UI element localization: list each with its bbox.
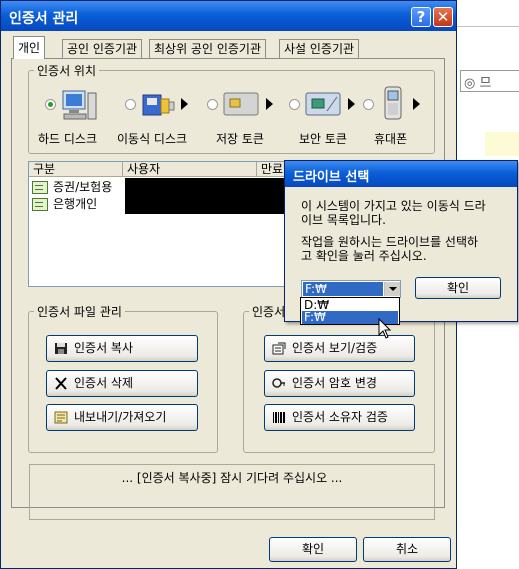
dialog-message-1: 이 시스템이 가지고 있는 이동식 드라 이브 목록입니다.	[301, 199, 511, 227]
certificate-management-group-label: 인증서	[249, 303, 289, 320]
row-type: 증권/보험용	[53, 180, 113, 194]
device-label-storage-token: 저장 토큰	[216, 132, 264, 146]
file-management-group-label: 인증서 파일 관리	[34, 303, 125, 320]
password-key-icon	[272, 378, 285, 388]
row-type: 은행개인	[53, 197, 98, 211]
certificate-icon	[32, 181, 48, 194]
status-box: ... [인증서 복사중] 잠시 기다려 주십시오 ...	[29, 464, 435, 520]
redacted-user-block	[125, 178, 295, 214]
delete-certificate-label: 인증서 삭제	[74, 376, 134, 390]
radio-security-token[interactable]	[289, 99, 300, 110]
import-export-icon	[54, 411, 68, 424]
verify-owner-label: 인증서 소유자 검증	[292, 410, 388, 424]
location-group-label: 인증서 위치	[34, 62, 100, 79]
radio-removable-disk[interactable]	[125, 99, 136, 110]
dialog-message-2: 작업을 원하시는 드라이브를 선택하 고 확인을 눌러 주십시오.	[301, 235, 511, 263]
certificate-icon	[32, 198, 48, 211]
barcode-icon	[273, 412, 285, 423]
drive-select-value: F:₩	[303, 282, 383, 296]
device-label-removable-disk: 이동식 디스크	[117, 132, 188, 146]
dialog-message-2-line-1: 작업을 원하시는 드라이브를 선택하	[301, 235, 479, 249]
title-bar[interactable]: 인증서 관리 ? ✕	[1, 1, 456, 31]
arrow-icon	[348, 98, 355, 110]
column-header-type[interactable]: 구분	[29, 162, 123, 177]
mouse-cursor-icon	[378, 318, 392, 339]
cancel-button[interactable]: 취소	[363, 537, 451, 562]
tab-public-ca[interactable]: 공인 인증기관	[62, 39, 143, 59]
background-highlight	[485, 132, 519, 156]
chevron-down-icon[interactable]	[384, 282, 400, 296]
arrow-icon	[266, 98, 273, 110]
status-message: ... [인증서 복사중] 잠시 기다려 주십시오 ...	[121, 471, 343, 485]
background-divider	[455, 26, 519, 27]
dialog-message-2-line-2: 고 확인을 눌러 주십시오.	[301, 249, 427, 263]
copy-certificate-button[interactable]: 인증서 복사	[46, 335, 198, 362]
background-glyphs: ◎ 므	[464, 76, 492, 91]
radio-storage-token[interactable]	[207, 99, 218, 110]
arrow-icon	[181, 98, 188, 110]
smartcard-icon	[223, 92, 259, 116]
dialog-title-bar[interactable]: 드라이브 선택	[285, 161, 517, 187]
tab-personal[interactable]: 개인	[13, 36, 46, 59]
change-password-label: 인증서 암호 변경	[292, 376, 377, 390]
drive-select-combobox[interactable]: F:₩	[301, 280, 401, 298]
arrow-icon	[413, 98, 420, 110]
security-token-icon	[305, 92, 341, 116]
usb-drive-icon	[142, 94, 175, 116]
delete-x-icon	[55, 377, 67, 390]
computer-icon	[62, 90, 97, 120]
help-button[interactable]: ?	[411, 7, 431, 27]
device-label-hard-disk: 하드 디스크	[38, 132, 98, 146]
dialog-ok-button[interactable]: 확인	[415, 277, 501, 299]
device-label-security-token: 보안 토큰	[299, 132, 347, 146]
ok-button[interactable]: 확인	[269, 537, 357, 562]
window-title: 인증서 관리	[9, 11, 79, 27]
certificate-view-icon	[272, 342, 286, 355]
delete-certificate-button[interactable]: 인증서 삭제	[46, 370, 198, 397]
radio-hard-disk[interactable]	[45, 99, 56, 110]
column-header-user[interactable]: 사용자	[123, 162, 257, 177]
import-export-label: 내보내기/가져오기	[74, 410, 167, 424]
dialog-message-1-line-1: 이 시스템이 가지고 있는 이동식 드라	[301, 199, 486, 213]
background-toolbar-box: ◎ 므	[460, 70, 519, 92]
tab-private-ca[interactable]: 사설 인증기관	[279, 39, 360, 59]
view-verify-certificate-button[interactable]: 인증서 보기/검증	[264, 335, 415, 362]
copy-certificate-label: 인증서 복사	[74, 341, 134, 355]
radio-mobile-phone[interactable]	[363, 99, 374, 110]
close-button[interactable]: ✕	[433, 7, 453, 27]
floppy-disk-icon	[55, 343, 67, 354]
mobile-phone-icon	[384, 86, 402, 120]
verify-owner-button[interactable]: 인증서 소유자 검증	[264, 404, 415, 431]
device-label-mobile-phone: 휴대폰	[374, 132, 408, 146]
dialog-title: 드라이브 선택	[293, 170, 370, 185]
tab-root-ca[interactable]: 최상위 공인 인증기관	[149, 39, 266, 59]
import-export-button[interactable]: 내보내기/가져오기	[46, 404, 198, 431]
view-verify-certificate-label: 인증서 보기/검증	[292, 341, 378, 355]
change-password-button[interactable]: 인증서 암호 변경	[264, 370, 415, 397]
dialog-message-1-line-2: 이브 목록입니다.	[301, 213, 386, 227]
